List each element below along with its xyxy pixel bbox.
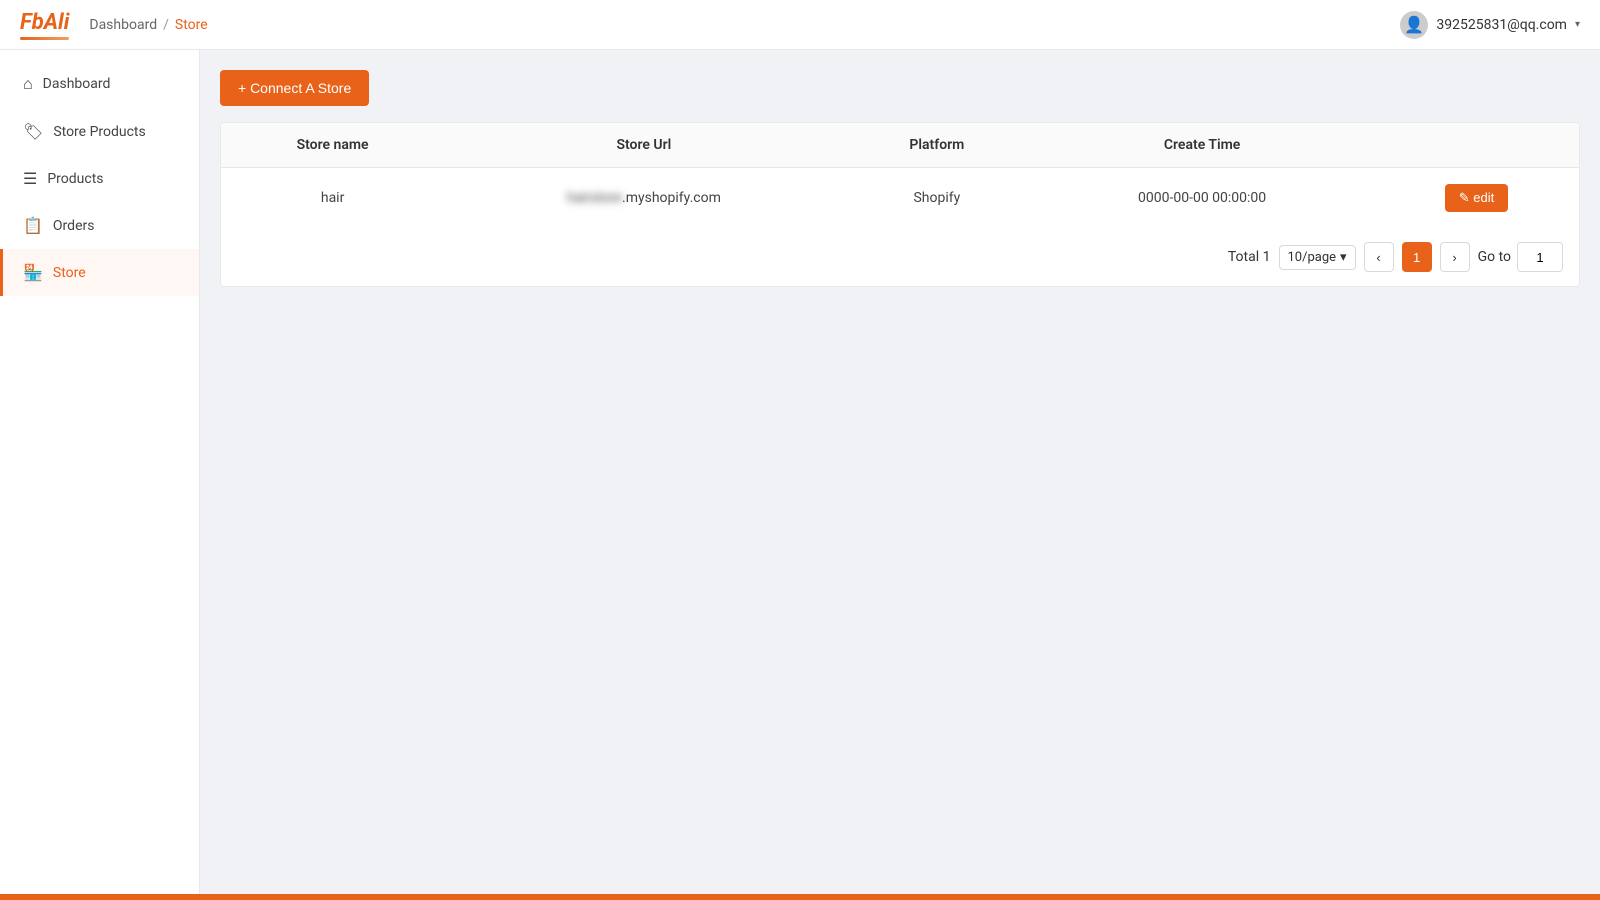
col-create-time: Create Time [1030,123,1374,168]
sidebar-label-products: Products [47,171,103,187]
pagination-area: Total 1 10/page ▾ ‹ 1 › Go to [221,228,1579,286]
top-header: FbAli Dashboard / Store 👤 392525831@qq.c… [0,0,1600,50]
bottom-bar [0,894,1600,900]
store-table-card: Store name Store Url Platform Create Tim… [220,122,1580,287]
prev-page-button[interactable]: ‹ [1364,242,1394,272]
table-row: hair hairstore.myshopify.com Shopify 000… [221,168,1579,229]
orders-icon: 📋 [23,216,43,235]
col-store-name: Store name [221,123,444,168]
store-url-blurred: hairstore [567,190,622,206]
user-email: 392525831@qq.com [1436,17,1567,33]
total-count: 1 [1263,249,1271,265]
breadcrumb-separator: / [163,17,169,33]
chevron-down-icon: ▾ [1575,19,1580,30]
total-text: Total [1228,249,1259,265]
per-page-value: 10/page [1288,250,1337,265]
sidebar-item-store[interactable]: 🏪 Store [0,249,199,296]
breadcrumb-dashboard: Dashboard [89,17,157,33]
header-left: FbAli Dashboard / Store [20,10,208,40]
sidebar-label-dashboard: Dashboard [43,76,111,92]
col-store-url: Store Url [444,123,843,168]
sidebar: ⌂ Dashboard 🏷 Store Products ☰ Products … [0,50,200,894]
sidebar-label-store: Store [53,265,86,281]
sidebar-item-orders[interactable]: 📋 Orders [0,202,199,249]
logo-text: FbAli [20,10,69,35]
goto-label: Go to [1478,249,1511,265]
logo-orange: Ali [44,10,70,35]
next-page-button[interactable]: › [1440,242,1470,272]
goto-area: Go to [1478,242,1563,272]
store-icon: 🏪 [23,263,43,282]
per-page-chevron-icon: ▾ [1340,250,1347,265]
table-header-row: Store name Store Url Platform Create Tim… [221,123,1579,168]
main-layout: ⌂ Dashboard 🏷 Store Products ☰ Products … [0,50,1600,894]
page-1-button[interactable]: 1 [1402,242,1432,272]
cell-store-name: hair [221,168,444,229]
store-products-icon: 🏷 [23,122,43,141]
cell-create-time: 0000-00-00 00:00:00 [1030,168,1374,229]
col-platform: Platform [844,123,1031,168]
col-actions [1374,123,1579,168]
cell-platform: Shopify [844,168,1031,229]
breadcrumb-current: Store [175,17,208,33]
sidebar-label-orders: Orders [53,218,95,234]
logo-underline [20,37,69,40]
user-area[interactable]: 👤 392525831@qq.com ▾ [1400,11,1580,39]
goto-input[interactable] [1517,242,1563,272]
sidebar-item-products[interactable]: ☰ Products [0,155,199,202]
per-page-selector[interactable]: 10/page ▾ [1279,245,1356,270]
edit-button[interactable]: ✎ edit [1445,184,1508,212]
logo-black: Fb [20,10,44,35]
connect-store-button[interactable]: + Connect A Store [220,70,369,106]
content-area: + Connect A Store Store name Store Url P… [200,50,1600,894]
logo: FbAli [20,10,69,40]
store-table: Store name Store Url Platform Create Tim… [221,123,1579,228]
sidebar-item-dashboard[interactable]: ⌂ Dashboard [0,60,199,108]
products-icon: ☰ [23,169,37,188]
cell-store-url: hairstore.myshopify.com [444,168,843,229]
sidebar-label-store-products: Store Products [53,124,145,140]
store-url-visible: .myshopify.com [622,190,721,206]
user-avatar: 👤 [1400,11,1428,39]
dashboard-icon: ⌂ [23,74,33,94]
cell-actions: ✎ edit [1374,168,1579,229]
total-label: Total 1 [1228,249,1271,265]
sidebar-item-store-products[interactable]: 🏷 Store Products [0,108,199,155]
breadcrumb: Dashboard / Store [89,17,207,33]
